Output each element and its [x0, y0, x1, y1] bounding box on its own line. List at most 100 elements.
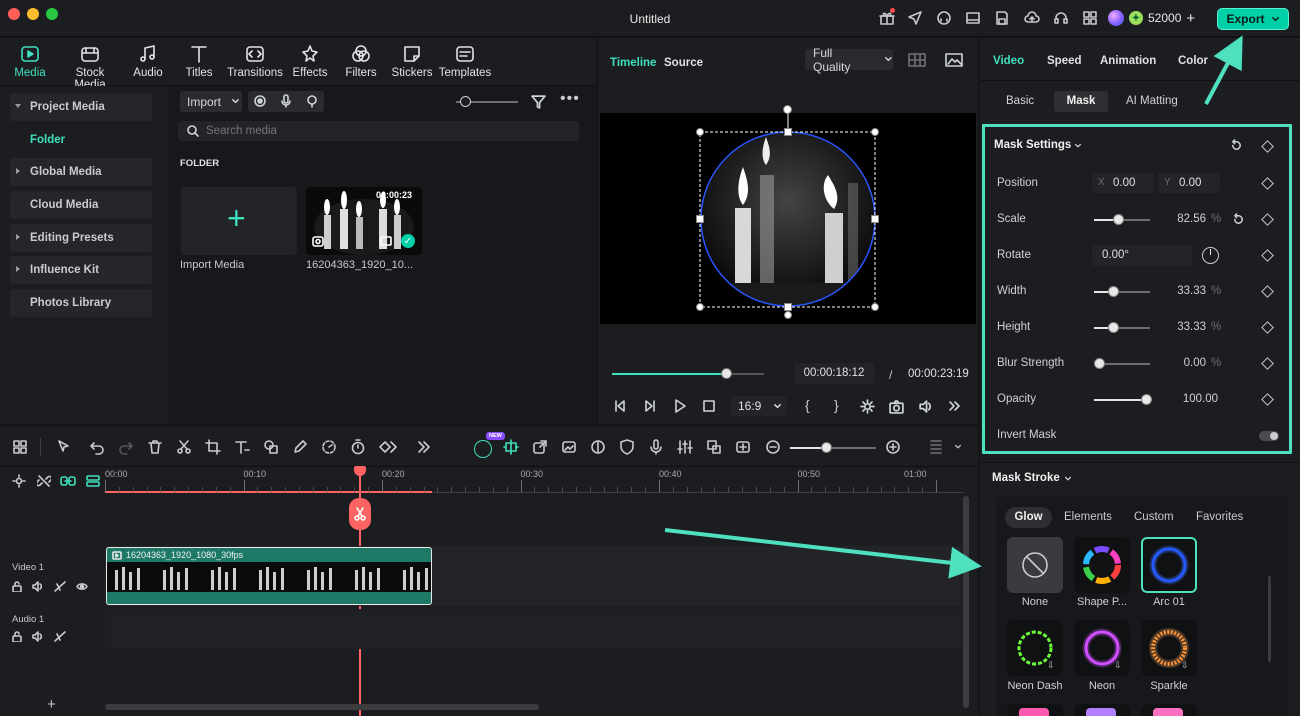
scissors-icon[interactable]: [176, 439, 192, 455]
credits-area[interactable]: ✦ 52000 +: [1108, 8, 1195, 28]
search-bar[interactable]: [178, 121, 579, 141]
width-value[interactable]: 33.33: [1152, 285, 1206, 297]
undo-icon[interactable]: [89, 439, 105, 455]
audio-icon[interactable]: [32, 581, 44, 592]
microphone-icon[interactable]: [279, 94, 293, 108]
hide-track-icon[interactable]: [54, 581, 66, 592]
lock-icon[interactable]: [12, 581, 22, 592]
image-replace-icon[interactable]: [561, 439, 577, 455]
speed-icon[interactable]: [321, 439, 337, 455]
transform-handle[interactable]: [871, 215, 879, 223]
support-icon[interactable]: [1053, 10, 1069, 26]
keyframe-diamond-icon[interactable]: [1261, 140, 1274, 153]
hide-track-icon[interactable]: [54, 631, 66, 642]
reset-icon[interactable]: [1230, 139, 1243, 152]
more-chevrons-icon[interactable]: [417, 439, 431, 455]
transform-handle[interactable]: [696, 215, 704, 223]
auto-ripple-icon[interactable]: [503, 439, 519, 455]
delete-trash-icon[interactable]: [147, 439, 163, 455]
avatar[interactable]: [1108, 10, 1124, 26]
keyframe-path-icon[interactable]: [379, 439, 397, 455]
thumbnail-size-slider[interactable]: [456, 96, 518, 107]
height-slider[interactable]: [1094, 322, 1150, 333]
send-icon[interactable]: [907, 10, 923, 26]
transform-handle[interactable]: [871, 128, 879, 136]
rotate-handle[interactable]: [784, 311, 792, 319]
transform-handle[interactable]: [784, 303, 792, 311]
subtab-mask[interactable]: Mask: [1054, 91, 1108, 112]
timer-icon[interactable]: [350, 439, 366, 455]
replace-icon[interactable]: [706, 439, 722, 455]
video-clip[interactable]: 16204363_1920_1080_30fps: [106, 547, 432, 605]
grid-view-icon[interactable]: [908, 53, 926, 67]
audio-mixer-icon[interactable]: [677, 439, 693, 455]
import-dropdown[interactable]: Import: [180, 91, 242, 112]
camera-snapshot-icon[interactable]: [889, 399, 904, 414]
tab-timeline[interactable]: Timeline: [610, 57, 656, 69]
keyframe-diamond-icon[interactable]: [1261, 321, 1274, 334]
audio-icon[interactable]: [32, 631, 44, 642]
reset-icon[interactable]: [1232, 213, 1245, 226]
split-scissors-button[interactable]: [349, 498, 371, 530]
stroke-item-sparkle[interactable]: ⇩: [1141, 620, 1197, 676]
cloud-upload-icon[interactable]: [1024, 10, 1040, 26]
scale-value[interactable]: 82.56: [1152, 213, 1206, 225]
shape-mask-icon[interactable]: [263, 439, 279, 455]
import-media-tile[interactable]: +: [181, 187, 297, 255]
tab-color[interactable]: Color: [1178, 55, 1208, 67]
tab-audio[interactable]: Audio: [119, 44, 177, 79]
stroke-scrollbar[interactable]: [1268, 576, 1271, 662]
timeline-vertical-scrollbar[interactable]: [963, 496, 969, 708]
chevron-down-icon[interactable]: [1074, 142, 1082, 150]
nav-global-media[interactable]: Global Media: [10, 158, 152, 186]
ai-voice-icon[interactable]: [305, 94, 319, 108]
current-time-field[interactable]: 00:00:18:12: [794, 363, 874, 384]
transform-handle[interactable]: [871, 303, 879, 311]
width-slider[interactable]: [1094, 286, 1150, 297]
progress-knob[interactable]: [721, 368, 732, 379]
more-chevrons-icon[interactable]: [947, 399, 961, 413]
position-x-field[interactable]: X 0.00: [1092, 173, 1154, 193]
track-settings-icon[interactable]: [12, 474, 26, 488]
invert-mask-toggle[interactable]: [1259, 431, 1279, 441]
tab-stickers[interactable]: Stickers: [383, 44, 441, 79]
slider-knob[interactable]: [1108, 286, 1119, 297]
mark-out-icon[interactable]: }: [834, 397, 839, 413]
keyframe-diamond-icon[interactable]: [1261, 213, 1274, 226]
slider-knob[interactable]: [1141, 394, 1152, 405]
save-icon[interactable]: [994, 10, 1010, 26]
export-clip-icon[interactable]: [532, 439, 548, 455]
shield-icon[interactable]: [619, 439, 635, 455]
headset-icon[interactable]: [936, 10, 952, 26]
nav-influence-kit[interactable]: Influence Kit: [10, 256, 152, 284]
tab-effects[interactable]: Effects: [281, 44, 339, 79]
previous-frame-icon[interactable]: [613, 399, 627, 413]
add-track-button[interactable]: +: [47, 696, 56, 713]
stroke-tab-custom[interactable]: Custom: [1134, 511, 1174, 523]
opacity-value[interactable]: 100.00: [1152, 393, 1218, 405]
search-input[interactable]: [206, 123, 566, 139]
text-icon[interactable]: [234, 439, 250, 455]
tab-titles[interactable]: Titles: [170, 44, 228, 79]
tab-transitions[interactable]: Transitions: [225, 44, 285, 79]
stroke-tab-favorites[interactable]: Favorites: [1196, 511, 1243, 523]
link-tracks-icon[interactable]: [60, 474, 76, 488]
tab-filters[interactable]: Filters: [332, 44, 390, 79]
eye-icon[interactable]: [76, 581, 88, 592]
quality-dropdown[interactable]: Full Quality: [805, 46, 893, 74]
export-button[interactable]: Export: [1217, 8, 1289, 30]
chevron-down-icon[interactable]: [954, 443, 962, 451]
filter-funnel-icon[interactable]: [531, 94, 546, 109]
opacity-slider[interactable]: [1094, 394, 1152, 405]
snapshot-image-icon[interactable]: [945, 52, 963, 68]
tab-animation[interactable]: Animation: [1100, 55, 1156, 67]
stroke-item-partial[interactable]: [1074, 704, 1130, 716]
position-y-field[interactable]: Y 0.00: [1158, 173, 1220, 193]
rotate-dial-icon[interactable]: [1202, 247, 1219, 264]
transform-handle[interactable]: [696, 303, 704, 311]
blur-strength-value[interactable]: 0.00: [1152, 357, 1206, 369]
stroke-item-partial[interactable]: [1007, 704, 1063, 716]
layout-grid-icon[interactable]: [12, 439, 28, 455]
slider-knob[interactable]: [460, 96, 471, 107]
marker-icon[interactable]: [735, 439, 751, 455]
